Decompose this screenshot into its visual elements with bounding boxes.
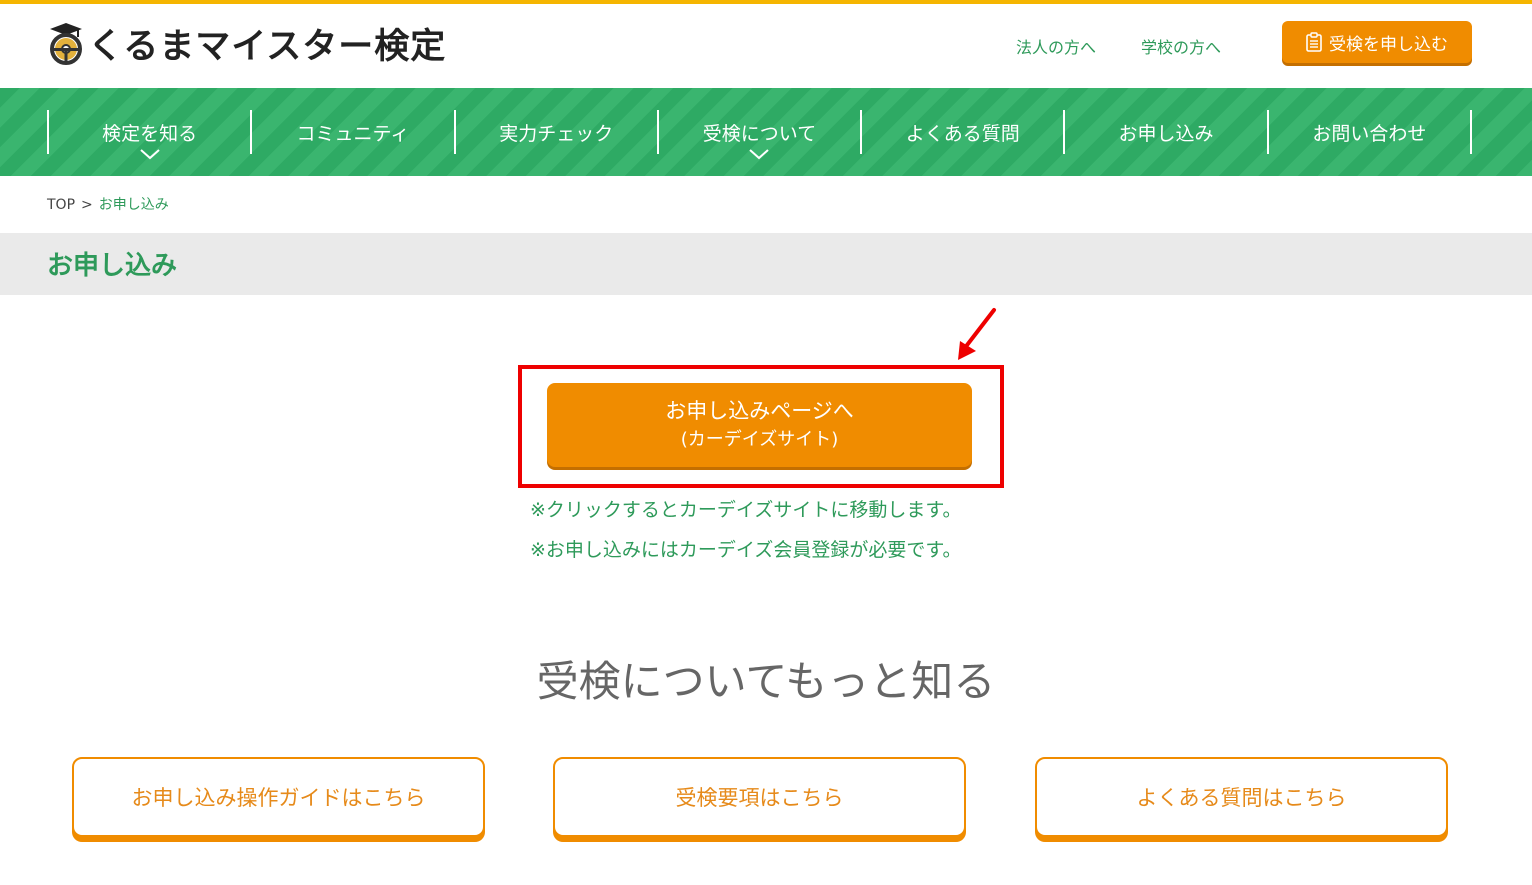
link-for-schools[interactable]: 学校の方へ [1141, 34, 1221, 58]
nav-item-about-exam[interactable]: 検定を知る [47, 110, 250, 160]
faq-link-card[interactable]: よくある質問はこちら [1035, 757, 1448, 837]
clipboard-icon [1306, 32, 1322, 52]
nav-item-community[interactable]: コミュニティ [250, 110, 453, 154]
breadcrumb-separator: > [81, 197, 93, 213]
nav-item-label: お申し込み [1118, 122, 1214, 145]
go-to-application-page-button[interactable]: お申し込みページへ (カーデイズサイト) [547, 383, 972, 467]
apply-exam-button[interactable]: 受検を申し込む [1282, 21, 1472, 63]
nav-item-label: 検定を知る [102, 122, 198, 145]
chevron-down-icon [749, 149, 770, 160]
nav-item-skill-check[interactable]: 実力チェック [453, 110, 657, 154]
operation-guide-link-card[interactable]: お申し込み操作ガイドはこちら [72, 757, 485, 837]
logo-text: くるまマイスター検定 [88, 26, 447, 67]
nav-item-label: 受検について [702, 122, 817, 145]
site-logo[interactable]: くるまマイスター検定 [46, 18, 446, 68]
main-navigation: 検定を知る コミュニティ 実力チェック 受検について よくある質問 お申し込み … [0, 88, 1532, 176]
section-heading: 受検についてもっと知る [536, 657, 996, 706]
nav-item-label: お問い合わせ [1312, 122, 1427, 145]
note-redirect: ※クリックするとカーデイズサイトに移動します。 [530, 499, 962, 521]
chevron-down-icon [139, 149, 160, 160]
nav-item-label: よくある質問 [905, 122, 1020, 145]
nav-item-contact[interactable]: お問い合わせ [1266, 110, 1472, 154]
cta-line-1: お申し込みページへ [665, 399, 854, 423]
nav-item-label: コミュニティ [296, 122, 410, 145]
page-title: お申し込み [47, 251, 178, 281]
nav-item-application[interactable]: お申し込み [1063, 110, 1266, 154]
steering-wheel-icon [50, 23, 82, 65]
red-arrow-icon [958, 308, 996, 360]
nav-item-label: 実力チェック [499, 122, 614, 145]
nav-item-faq[interactable]: よくある質問 [860, 110, 1063, 154]
breadcrumb-current: お申し込み [98, 197, 169, 213]
link-for-corporations[interactable]: 法人の方へ [1016, 34, 1096, 58]
site-header: くるまマイスター検定 法人の方へ 学校の方へ 受検を申し込む [0, 4, 1532, 88]
apply-exam-label: 受検を申し込む [1329, 34, 1448, 55]
nav-item-taking-exam[interactable]: 受検について [656, 110, 860, 160]
breadcrumb-top-link[interactable]: TOP [47, 197, 75, 213]
note-registration-required: ※お申し込みにはカーデイズ会員登録が必要です。 [530, 539, 962, 561]
cta-line-2: (カーデイズサイト) [680, 429, 839, 450]
page-title-band: お申し込み [0, 233, 1532, 295]
exam-requirements-link-card[interactable]: 受検要項はこちら [553, 757, 966, 837]
breadcrumb: TOP > お申し込み [47, 194, 169, 214]
